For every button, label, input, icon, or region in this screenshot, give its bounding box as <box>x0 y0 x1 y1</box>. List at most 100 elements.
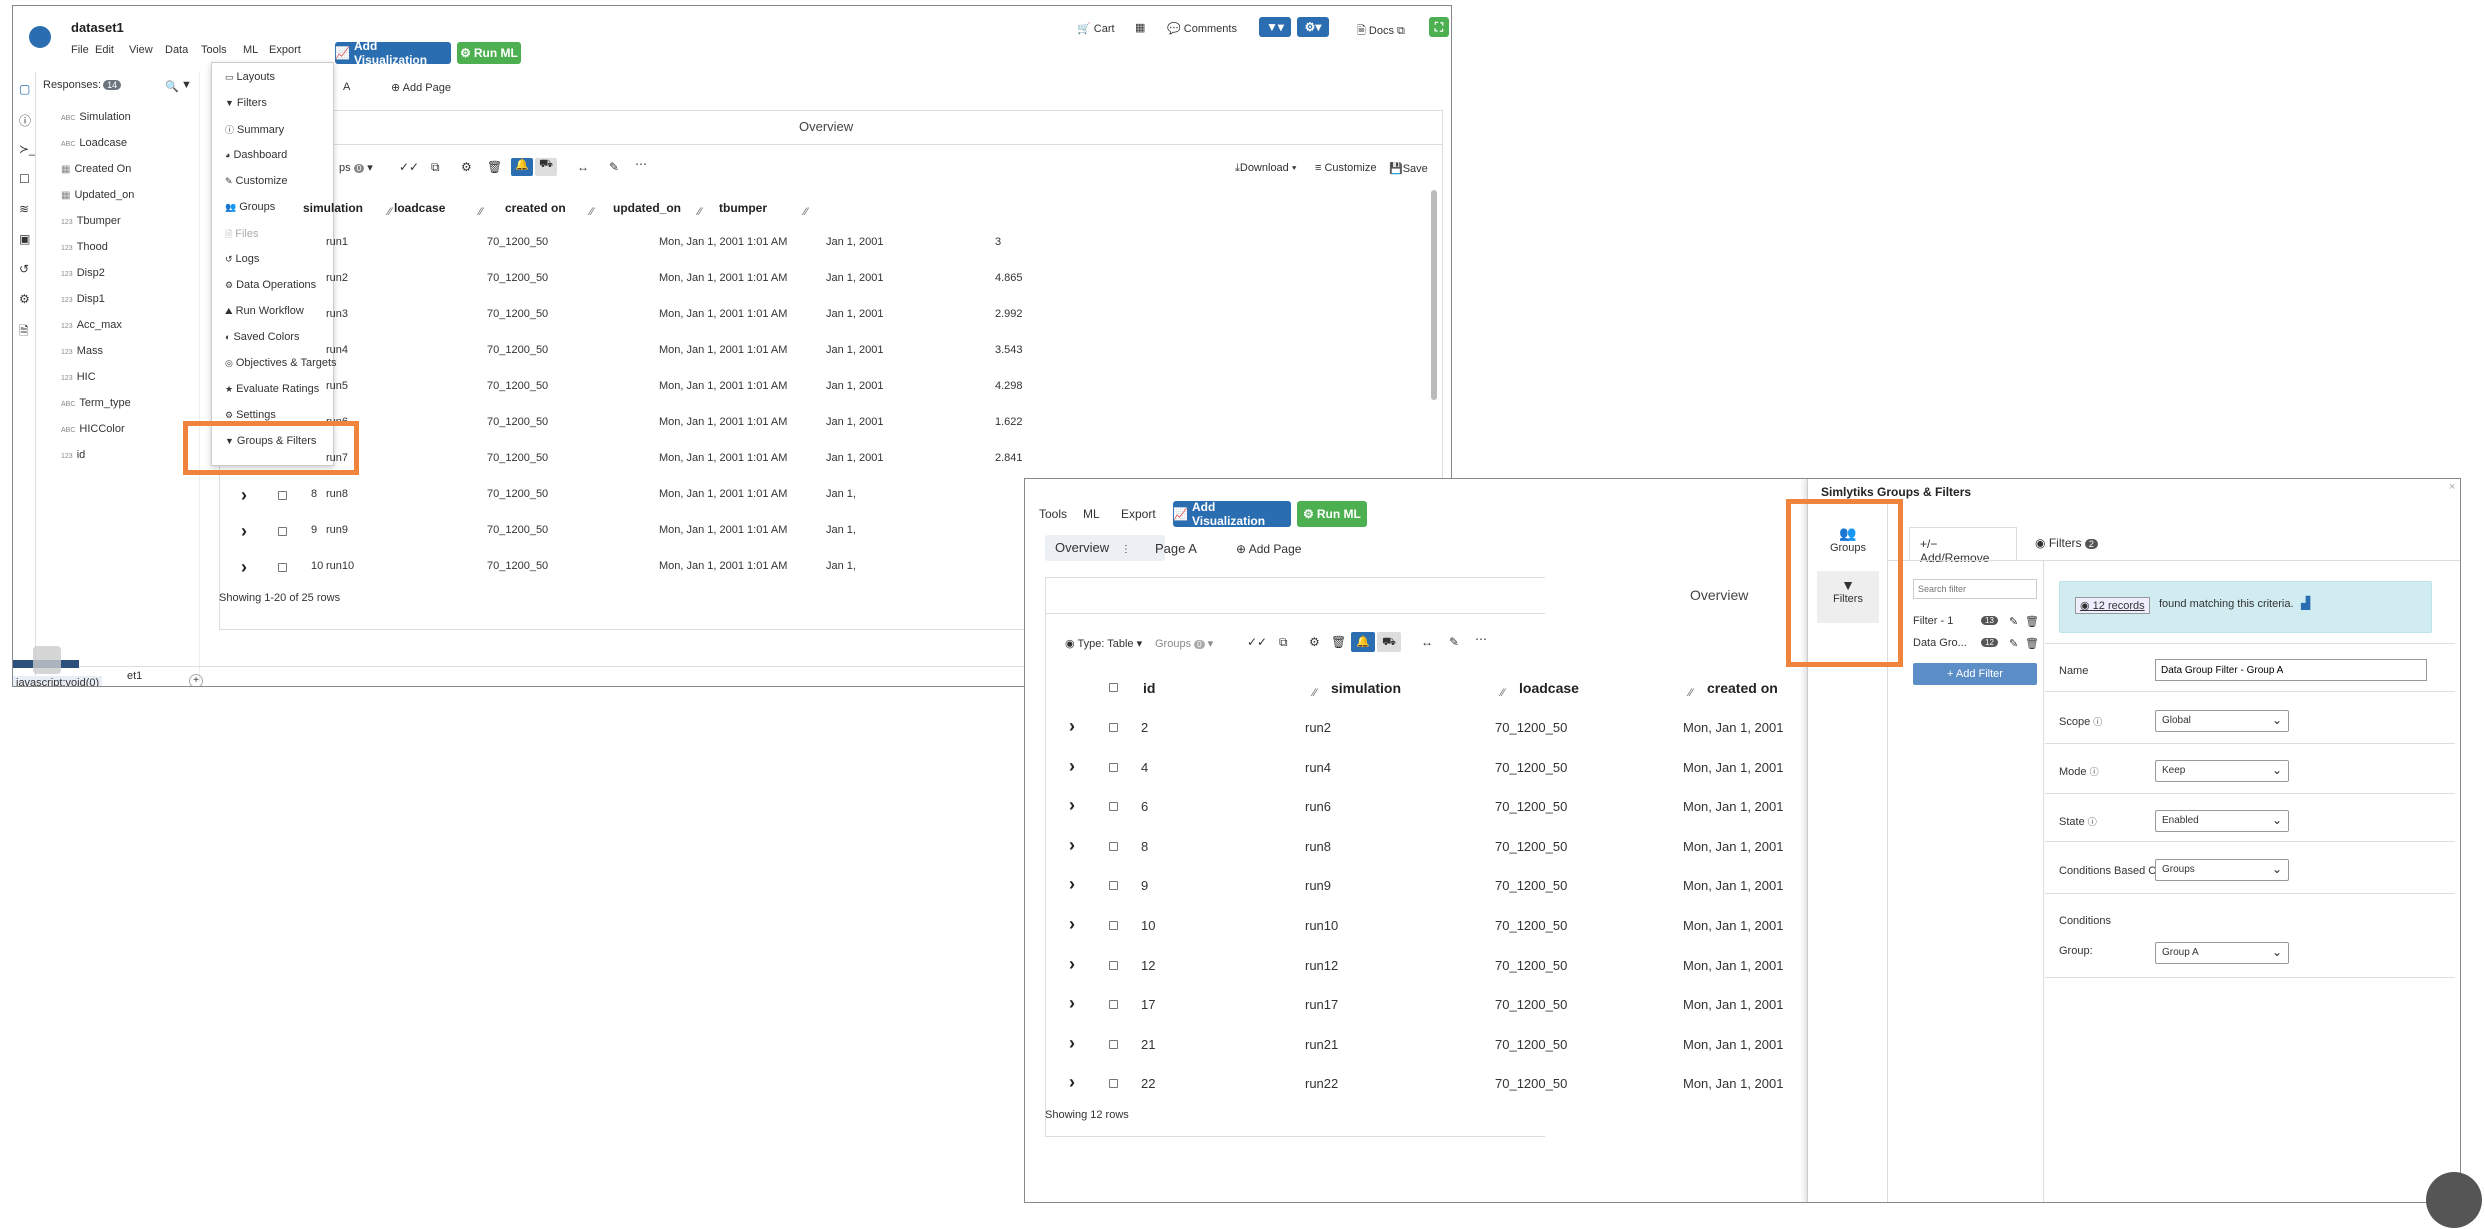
edit-icon[interactable]: ✎ <box>2009 637 2018 650</box>
expand-row-icon[interactable]: › <box>1069 795 1075 816</box>
column-header-simulation[interactable]: simulation <box>303 201 363 215</box>
resize-handle-icon[interactable]: ⁄⁄ <box>590 206 594 218</box>
tools-menu-item[interactable]: ★ Evaluate Ratings <box>225 383 319 395</box>
state-select[interactable]: Enabled ⌄ <box>2155 810 2289 832</box>
zoom-more-icon[interactable]: ⋯ <box>1475 632 1487 646</box>
tools-menu-item[interactable]: ◐ Saved Colors <box>225 331 299 343</box>
layers-icon[interactable]: ≋ <box>19 202 29 216</box>
bell-toggle-button[interactable]: 🔔 <box>511 158 533 176</box>
file-icon[interactable]: 🗎 <box>19 322 29 343</box>
response-item[interactable]: ABC Loadcase <box>61 137 127 149</box>
resize-handle-icon[interactable]: ⁄⁄ <box>804 206 808 218</box>
tab-add-remove[interactable]: +/− Add/Remove <box>1909 527 2017 565</box>
row-checkbox[interactable] <box>278 563 287 572</box>
response-item[interactable]: 123 Disp1 <box>61 293 105 305</box>
add-tab-button[interactable]: + <box>189 674 203 686</box>
zoom-column-header-created-on[interactable]: created on <box>1707 680 1778 696</box>
filter-item-name[interactable]: Filter - 1 <box>1913 615 1953 627</box>
comments-button[interactable]: 💬 Comments <box>1167 22 1237 35</box>
zoom-check-all-icon[interactable]: ✓✓ <box>1247 635 1267 649</box>
expand-row-icon[interactable]: › <box>1069 1072 1075 1093</box>
expand-row-icon[interactable]: › <box>241 485 247 506</box>
history-icon[interactable]: ↺ <box>19 262 29 276</box>
expand-row-icon[interactable]: › <box>241 557 247 578</box>
expand-row-icon[interactable]: › <box>1069 716 1075 737</box>
tools-menu-item[interactable]: ⓘ Summary <box>225 123 284 136</box>
zoom-run-ml-button[interactable]: ⚙ Run ML <box>1297 501 1367 527</box>
terminal-icon[interactable]: ≻_ <box>19 142 36 156</box>
resize-handle-icon[interactable]: ⁄⁄ <box>388 206 392 218</box>
filter-icon[interactable]: ▼ <box>181 79 192 91</box>
run-ml-button[interactable]: ⚙ Run ML <box>457 42 521 64</box>
resize-handle-icon[interactable]: ⁄⁄ <box>698 206 702 218</box>
tag-toggle-button[interactable]: ⛟ <box>535 158 557 176</box>
tools-menu-item[interactable]: ◕ Dashboard <box>225 149 287 161</box>
side-filters-button[interactable]: ▼ Filters <box>1817 571 1879 623</box>
menu-edit[interactable]: Edit <box>95 44 114 56</box>
image-icon[interactable]: ▣ <box>19 232 30 246</box>
resize-handle-icon[interactable]: ⁄⁄ <box>1501 687 1505 699</box>
expand-row-icon[interactable]: › <box>1069 1033 1075 1054</box>
zoom-pin-icon[interactable]: ✎ <box>1449 635 1459 649</box>
resize-handle-icon[interactable]: ⁄⁄ <box>479 206 483 218</box>
name-input[interactable] <box>2155 659 2427 681</box>
column-header-created-on[interactable]: created on <box>505 201 566 215</box>
tools-menu-item[interactable]: ✎ Customize <box>225 175 288 187</box>
expand-horizontal-icon[interactable]: ↔ <box>577 160 589 174</box>
edit-icon[interactable]: ✎ <box>2009 615 2018 628</box>
response-item[interactable]: 123 id <box>61 449 85 461</box>
column-header-updated_on[interactable]: updated_on <box>613 201 681 215</box>
response-item[interactable]: 123 Thood <box>61 241 108 253</box>
row-checkbox[interactable] <box>1109 802 1118 812</box>
row-checkbox[interactable] <box>1109 1039 1118 1049</box>
zoom-expand-horizontal-icon[interactable]: ↔ <box>1421 635 1433 649</box>
resize-handle-icon[interactable]: ⁄⁄ <box>1313 687 1317 699</box>
expand-row-icon[interactable]: › <box>1069 954 1075 975</box>
expand-row-icon[interactable]: › <box>1069 835 1075 856</box>
tools-menu-item[interactable]: ⚙ Settings <box>225 409 276 421</box>
tools-menu-item[interactable]: ⚙ Data Operations <box>225 279 316 291</box>
tools-menu-item[interactable]: ↺ Logs <box>225 253 259 265</box>
row-checkbox[interactable] <box>1109 1079 1118 1089</box>
response-item[interactable]: ABC Simulation <box>61 111 131 123</box>
zoom-tab-overview[interactable]: Overview ⋮ <box>1045 535 1165 561</box>
response-item[interactable]: 123 Tbumper <box>61 215 121 227</box>
trash-icon[interactable]: 🗑 <box>2025 637 2039 650</box>
menu-tools[interactable]: Tools <box>201 44 227 56</box>
records-link[interactable]: ◉ 12 records <box>2075 597 2150 614</box>
tab-page-a[interactable]: A <box>343 81 350 93</box>
row-checkbox[interactable] <box>1109 1000 1118 1010</box>
zoom-tag-toggle-button[interactable]: ⛟ <box>1377 632 1401 652</box>
response-item[interactable]: ▦ Updated_on <box>61 189 134 201</box>
fullscreen-button[interactable]: ⛶ <box>1429 17 1449 37</box>
select-all-checkbox[interactable] <box>1109 683 1118 692</box>
tools-menu-item[interactable]: ▼ Filters <box>225 97 267 109</box>
add-filter-button[interactable]: + Add Filter <box>1913 663 2037 685</box>
settings-dropdown-button[interactable]: ⚙▾ <box>1297 17 1329 37</box>
add-visualization-button[interactable]: 📈 Add Visualization <box>335 39 451 67</box>
conditions-based-select[interactable]: Groups ⌄ <box>2155 859 2289 881</box>
menu-export[interactable]: Export <box>269 44 301 56</box>
response-item[interactable]: ABC Term_type <box>61 397 131 409</box>
column-header-tbumper[interactable]: tbumper <box>719 201 767 215</box>
zoom-menu-tools[interactable]: Tools <box>1039 507 1067 521</box>
search-icon[interactable]: 🔍 <box>165 80 179 93</box>
panel-close-icon[interactable]: × <box>2449 481 2455 493</box>
tools-menu-item[interactable]: ◎ Objectives & Targets <box>225 357 337 369</box>
expand-row-icon[interactable]: › <box>1069 993 1075 1014</box>
zoom-add-page-button[interactable]: ⊕ Add Page <box>1236 542 1301 556</box>
zoom-groups-dropdown[interactable]: Groups 0 ▾ <box>1155 637 1213 650</box>
trash-icon[interactable]: 🗑 <box>2025 615 2039 628</box>
row-checkbox[interactable] <box>1109 921 1118 930</box>
zoom-menu-ml[interactable]: ML <box>1083 507 1100 521</box>
resize-handle-icon[interactable]: ⁄⁄ <box>1689 687 1693 699</box>
group-select[interactable]: Group A ⌄ <box>2155 942 2289 964</box>
docs-link[interactable]: 🗎 Docs ⧉ <box>1357 22 1405 41</box>
cart-button[interactable]: 🛒 Cart <box>1077 22 1115 35</box>
more-icon[interactable]: ⋯ <box>635 157 647 171</box>
grid-icon[interactable]: ▢ <box>19 82 30 96</box>
response-item[interactable]: 123 Mass <box>61 345 103 357</box>
app-logo[interactable] <box>29 26 51 48</box>
zoom-settings-icon[interactable]: ⚙ <box>1309 635 1320 649</box>
zoom-trash-icon[interactable]: 🗑 <box>1331 635 1346 649</box>
